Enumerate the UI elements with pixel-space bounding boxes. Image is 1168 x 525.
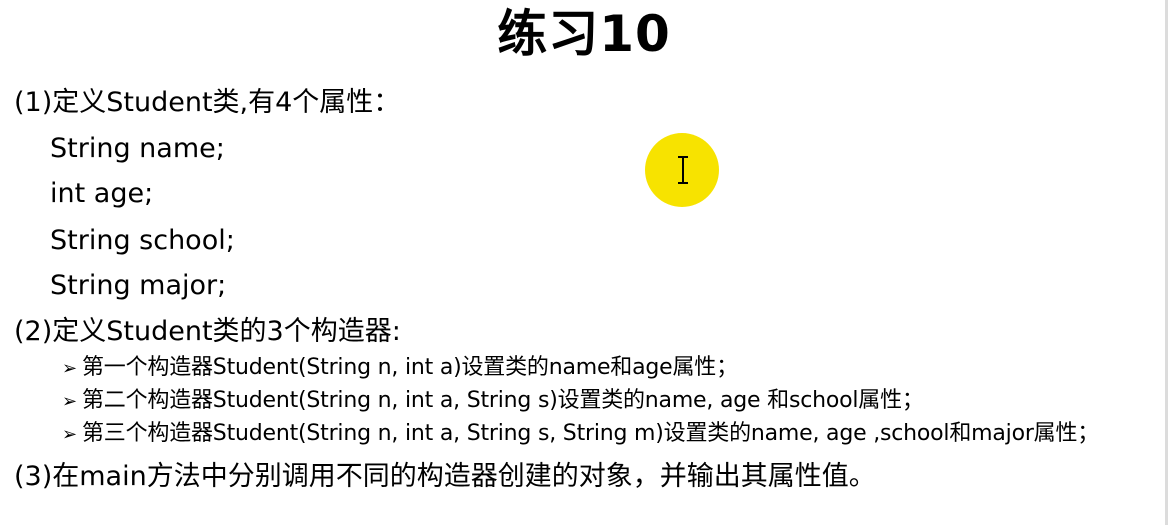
task-2-heading: (2)定义Student类的3个构造器: bbox=[14, 316, 401, 347]
constructor-item-1: ➢ 第一个构造器Student(String n, int a)设置类的name和… bbox=[62, 354, 738, 383]
attribute-name: String name; bbox=[50, 133, 225, 164]
constructor-item-2: ➢ 第二个构造器Student(String n, int a, String s… bbox=[62, 387, 924, 416]
attribute-major: String major; bbox=[50, 270, 227, 301]
attribute-school: String school; bbox=[50, 225, 235, 256]
constructor-item-3: ➢ 第三个构造器Student(String n, int a, String s… bbox=[62, 420, 1099, 449]
text-cursor-icon bbox=[678, 156, 688, 184]
constructor-item-text: 第一个构造器Student(String n, int a)设置类的name和a… bbox=[82, 355, 738, 380]
attribute-age: int age; bbox=[50, 178, 154, 209]
slide-title: 练习10 bbox=[497, 5, 671, 63]
constructor-item-text: 第二个构造器Student(String n, int a, String s)… bbox=[82, 388, 924, 413]
arrow-bullet-icon: ➢ bbox=[62, 358, 77, 379]
task-3-heading: (3)在main方法中分别调用不同的构造器创建的对象，并输出其属性值。 bbox=[14, 461, 876, 492]
arrow-bullet-icon: ➢ bbox=[62, 391, 77, 412]
arrow-bullet-icon: ➢ bbox=[62, 424, 77, 445]
constructor-item-text: 第三个构造器Student(String n, int a, String s,… bbox=[82, 421, 1100, 446]
task-1-heading: (1)定义Student类,有4个属性： bbox=[14, 87, 401, 118]
slide: 练习10 (1)定义Student类,有4个属性： String name; i… bbox=[0, 0, 1168, 525]
